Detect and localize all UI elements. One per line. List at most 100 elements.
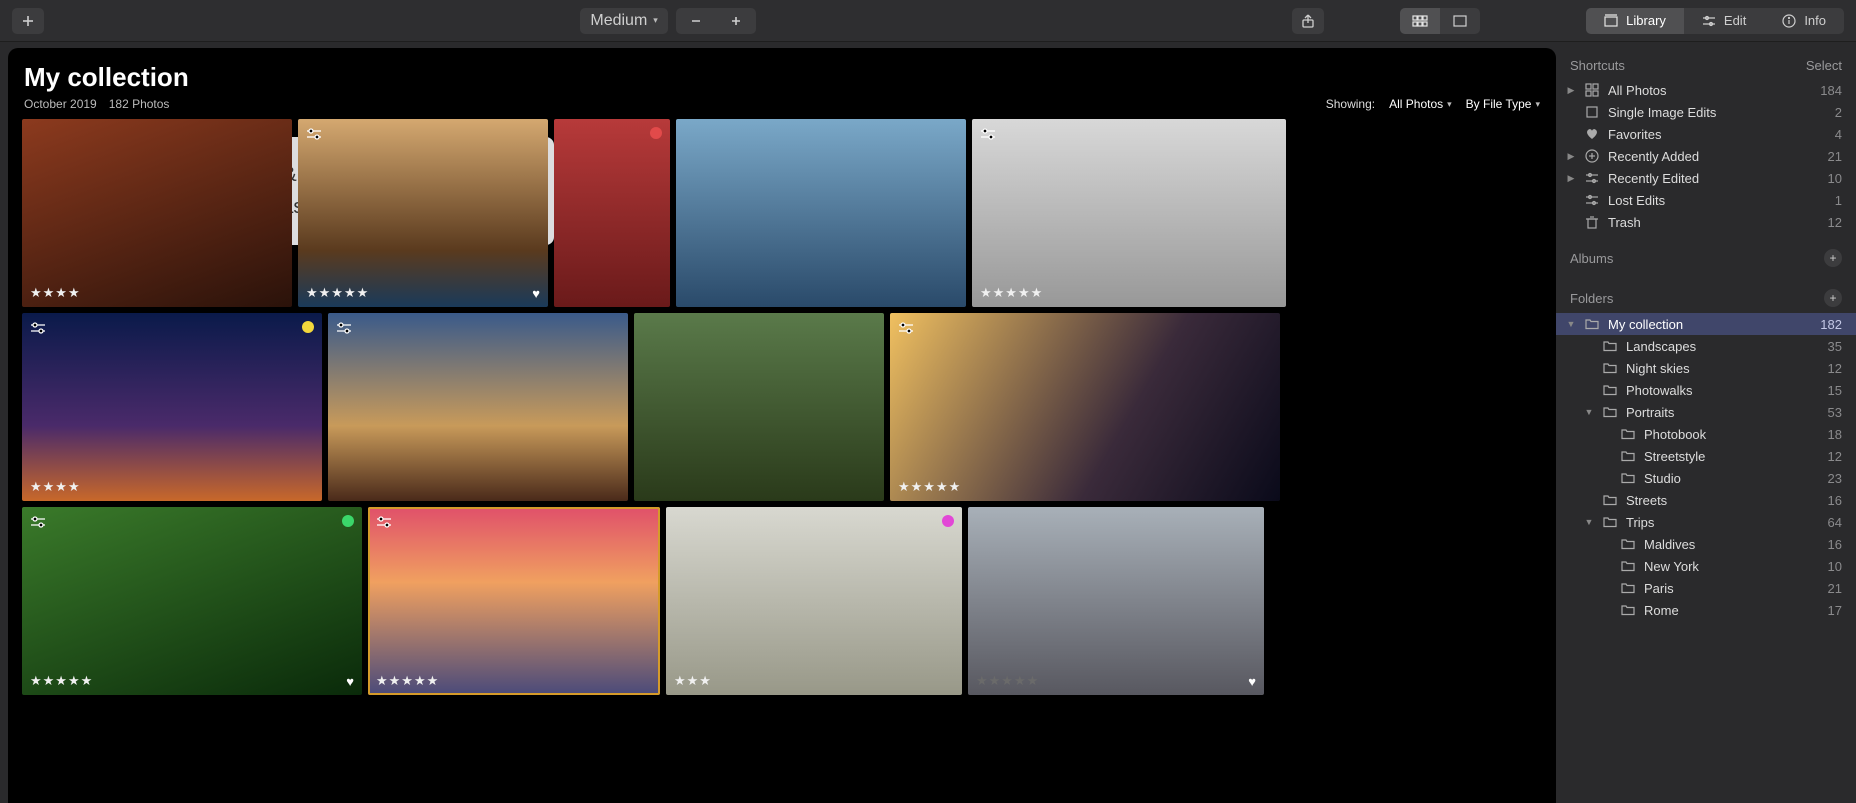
rating-stars: ★★★★ [30,285,81,301]
sidebar-shortcut-item[interactable]: Trash12 [1556,211,1856,233]
sidebar-folder-item[interactable]: New York 10 [1556,555,1856,577]
sidebar-item-count: 16 [1828,537,1842,552]
sidebar-folder-item[interactable]: ▼Trips64 [1556,511,1856,533]
sidebar-shortcut-item[interactable]: ▶Recently Added21 [1556,145,1856,167]
thumbnail[interactable]: ★★★★★♥ [22,507,362,695]
edit-indicator-icon [30,515,46,529]
sidebar-folder-item[interactable]: Photobook18 [1556,423,1856,445]
tab-library[interactable]: Library [1586,8,1684,34]
add-album-button[interactable]: + [1824,249,1842,267]
folder-icon [1620,560,1636,572]
rating-stars: ★★★★★ [898,479,961,495]
zoom-dropdown[interactable]: Medium ▾ [580,8,667,34]
thumbnail[interactable]: ★★★★★ [972,119,1286,307]
grid-icon [1412,15,1428,27]
rating-stars: ★★★ [674,673,712,689]
rating-stars: ★★★★★ [976,673,1039,689]
sidebar-shortcut-item[interactable]: Favorites4 [1556,123,1856,145]
add-folder-button[interactable]: + [1824,289,1842,307]
thumbnail[interactable] [554,119,670,307]
tab-edit[interactable]: Edit [1684,8,1764,34]
sidebar-shortcut-item[interactable]: Lost Edits1 [1556,189,1856,211]
sidebar-item-label: Studio [1644,471,1820,486]
sidebar-folder-item[interactable]: Streetstyle12 [1556,445,1856,467]
heart-icon: ♥ [346,674,354,689]
heart-icon: ♥ [1248,674,1256,689]
thumbnail[interactable]: ★★★★★ [368,507,660,695]
thumbnail[interactable]: ★★★★ [22,313,322,501]
thumbnail[interactable]: ★★★★ [22,119,292,307]
sidebar-item-label: New York [1644,559,1820,574]
toolbar: Medium ▾ Library Edit Info [0,0,1856,42]
sidebar-folder-item[interactable]: ▼Portraits53 [1556,401,1856,423]
thumbnail-grid: Explore, rate, sort & enjoy images from … [22,119,1542,785]
sidebar-shortcut-item[interactable]: ▶Recently Edited10 [1556,167,1856,189]
thumbnail[interactable] [676,119,966,307]
folder-icon [1620,538,1636,550]
sidebar-folder-item[interactable]: Studio 23 [1556,467,1856,489]
zoom-in-button[interactable] [716,8,756,34]
zoom-out-button[interactable] [676,8,716,34]
folder-icon [1620,450,1636,462]
sidebar-shortcut-item[interactable]: Single Image Edits2 [1556,101,1856,123]
share-button[interactable] [1292,8,1324,34]
sidebar-item-count: 16 [1828,493,1842,508]
single-view-button[interactable] [1440,8,1480,34]
sliders-icon [1584,193,1600,207]
edit-indicator-icon [30,321,46,335]
grid-view-button[interactable] [1400,8,1440,34]
sidebar-folder-item[interactable]: Photowalks15 [1556,379,1856,401]
tab-info[interactable]: Info [1764,8,1844,34]
sidebar-item-count: 64 [1828,515,1842,530]
sidebar-item-label: Rome [1644,603,1820,618]
folder-icon [1584,318,1600,330]
add-button[interactable] [12,8,44,34]
sidebar-folder-item[interactable]: Rome17 [1556,599,1856,621]
select-button[interactable]: Select [1806,58,1842,73]
thumbnail[interactable]: ★★★★★ [890,313,1280,501]
collection-title: My collection [24,62,189,93]
sidebar-folder-item[interactable]: Paris21 [1556,577,1856,599]
sidebar-folder-item[interactable]: Maldives 16 [1556,533,1856,555]
thumbnail[interactable]: ★★★★★♥ [298,119,548,307]
sidebar-item-label: Maldives [1644,537,1820,552]
plus-icon [21,14,35,28]
sidebar-folder-item[interactable]: ▼My collection182 [1556,313,1856,335]
folder-icon [1602,362,1618,374]
thumbnail[interactable]: ★★★ [666,507,962,695]
sidebar-item-count: 2 [1835,105,1842,120]
sidebar-item-count: 4 [1835,127,1842,142]
content-area: My collection October 2019 182 Photos Sh… [8,48,1556,803]
sidebar-item-count: 12 [1828,449,1842,464]
color-tag [650,127,662,139]
thumbnail[interactable] [328,313,628,501]
chevron-down-icon: ▾ [1535,99,1540,110]
sidebar-item-count: 18 [1828,427,1842,442]
showing-filter-dropdown[interactable]: All Photos▾ [1389,97,1452,111]
thumbnail[interactable] [634,313,884,501]
thumbnail[interactable]: ★★★★★ ♥ [968,507,1264,695]
single-icon [1452,15,1468,27]
disclosure-triangle: ▶ [1566,173,1576,184]
sort-dropdown[interactable]: By File Type▾ [1466,97,1540,111]
disclosure-triangle: ▼ [1584,407,1594,417]
sidebar-folder-item[interactable]: Night skies12 [1556,357,1856,379]
sidebar-shortcut-item[interactable]: ▶All Photos184 [1556,79,1856,101]
folder-icon [1620,582,1636,594]
folder-icon [1620,472,1636,484]
sidebar-item-count: 10 [1828,559,1842,574]
sidebar-item-label: Trips [1626,515,1820,530]
collection-date: October 2019 [24,97,97,111]
folder-icon [1602,340,1618,352]
sidebar-folder-item[interactable]: Streets16 [1556,489,1856,511]
panel-tabs: Library Edit Info [1586,8,1844,34]
albums-header: Albums + [1556,243,1856,273]
sidebar-item-count: 23 [1828,471,1842,486]
sidebar-item-label: Recently Added [1608,149,1820,164]
share-icon [1300,13,1316,29]
sidebar-item-label: Night skies [1626,361,1820,376]
sidebar-item-count: 35 [1828,339,1842,354]
sidebar-folder-item[interactable]: Landscapes35 [1556,335,1856,357]
color-tag [342,515,354,527]
disclosure-triangle: ▶ [1566,85,1576,96]
